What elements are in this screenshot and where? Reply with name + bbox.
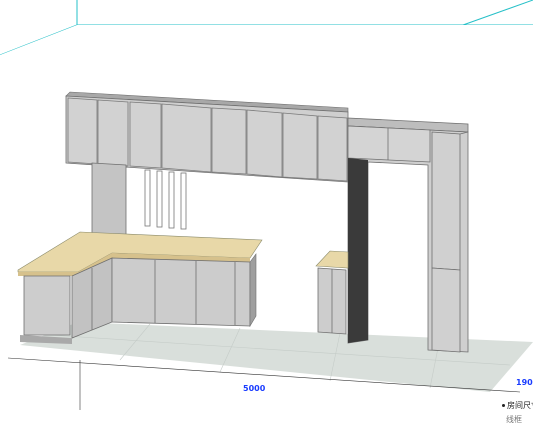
kitchen-3d-scene[interactable]	[0, 0, 533, 431]
checkbox-icon[interactable]	[502, 404, 505, 407]
3d-viewport[interactable]: 5000 1900 房间尺寸 线框	[0, 0, 533, 431]
depth-dimension-label: 1900	[516, 378, 533, 387]
left-tall-upper[interactable]	[91, 162, 127, 241]
width-dimension-label: 5000	[243, 384, 266, 393]
wireframe-label: 线框	[506, 415, 522, 424]
side-base-unit[interactable]	[315, 250, 349, 335]
room-size-label: 房间尺寸	[507, 401, 533, 410]
room-size-toggle[interactable]: 房间尺寸	[502, 400, 533, 411]
wireframe-toggle[interactable]: 线框	[506, 414, 522, 425]
